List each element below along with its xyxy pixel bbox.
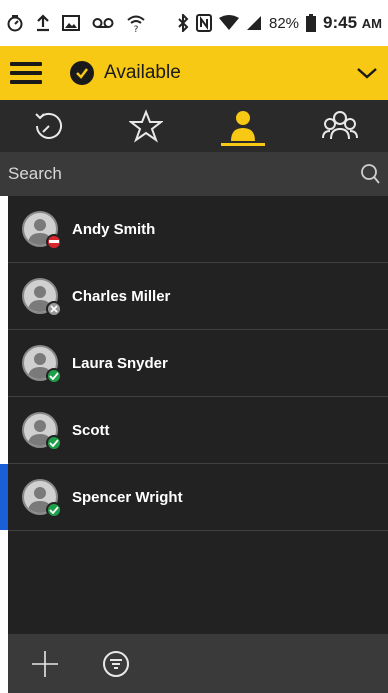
avatar [22, 479, 62, 518]
clock-ampm: AM [361, 16, 382, 31]
timer-icon [7, 15, 23, 32]
presence-status-label[interactable]: Available [104, 62, 181, 84]
history-icon [34, 112, 62, 139]
svg-text:?: ? [134, 25, 139, 33]
battery-percent: 82% [268, 14, 300, 32]
contact-name: Spencer Wright [72, 488, 183, 506]
tab-recent[interactable] [0, 100, 97, 152]
contact-row[interactable]: Charles Miller [8, 263, 388, 330]
image-icon [62, 15, 80, 31]
presence-check-icon[interactable] [70, 61, 94, 85]
avatar [22, 345, 62, 384]
chevron-down-icon[interactable] [356, 66, 378, 80]
contact-row[interactable]: Spencer Wright [0, 464, 388, 531]
search-icon[interactable] [358, 163, 380, 185]
group-icon [321, 111, 358, 140]
busy-icon [46, 234, 62, 250]
battery-icon [306, 14, 317, 32]
bottom-toolbar [8, 634, 388, 693]
wifi-icon [218, 15, 239, 30]
avatar [22, 278, 62, 317]
nfc-icon [195, 14, 212, 32]
clock: 9:45 AM [323, 13, 382, 33]
search-input[interactable] [8, 164, 358, 184]
offline-icon [46, 301, 62, 317]
voicemail-icon [92, 18, 114, 28]
available-icon [46, 502, 62, 518]
person-icon [230, 111, 255, 141]
contact-row[interactable]: Scott [8, 397, 388, 464]
status-bar: ? 82% 9:45 AM [0, 0, 388, 46]
search-bar [0, 152, 388, 196]
contact-row[interactable]: Laura Snyder [8, 330, 388, 397]
tab-favorites[interactable] [97, 100, 194, 152]
contact-name: Scott [72, 421, 110, 439]
avatar [22, 412, 62, 451]
clock-time: 9:45 [323, 13, 358, 32]
tab-bar [0, 100, 388, 152]
star-icon [128, 109, 163, 143]
available-icon [46, 368, 62, 384]
contact-list: Andy Smith Charles Miller Laura Snyder S… [0, 196, 388, 634]
contact-row[interactable]: Andy Smith [8, 196, 388, 263]
menu-icon[interactable] [10, 62, 42, 84]
notification-icons: ? [6, 13, 146, 33]
left-edge [0, 196, 8, 634]
add-icon[interactable] [30, 649, 60, 679]
upload-icon [37, 14, 49, 32]
avatar [22, 211, 62, 250]
signal-icon [246, 16, 261, 30]
contact-name: Laura Snyder [72, 354, 168, 372]
app-header: Available [0, 46, 388, 100]
filter-icon[interactable] [102, 650, 130, 678]
contact-name: Charles Miller [72, 287, 171, 305]
bluetooth-icon [178, 14, 189, 32]
contact-name: Andy Smith [72, 220, 156, 238]
system-icons: 82% 9:45 AM [177, 13, 382, 33]
wifi-question-icon: ? [127, 15, 145, 33]
left-edge [0, 634, 8, 693]
tab-groups[interactable] [291, 100, 388, 152]
available-icon [46, 435, 62, 451]
tab-contacts[interactable] [194, 100, 291, 152]
